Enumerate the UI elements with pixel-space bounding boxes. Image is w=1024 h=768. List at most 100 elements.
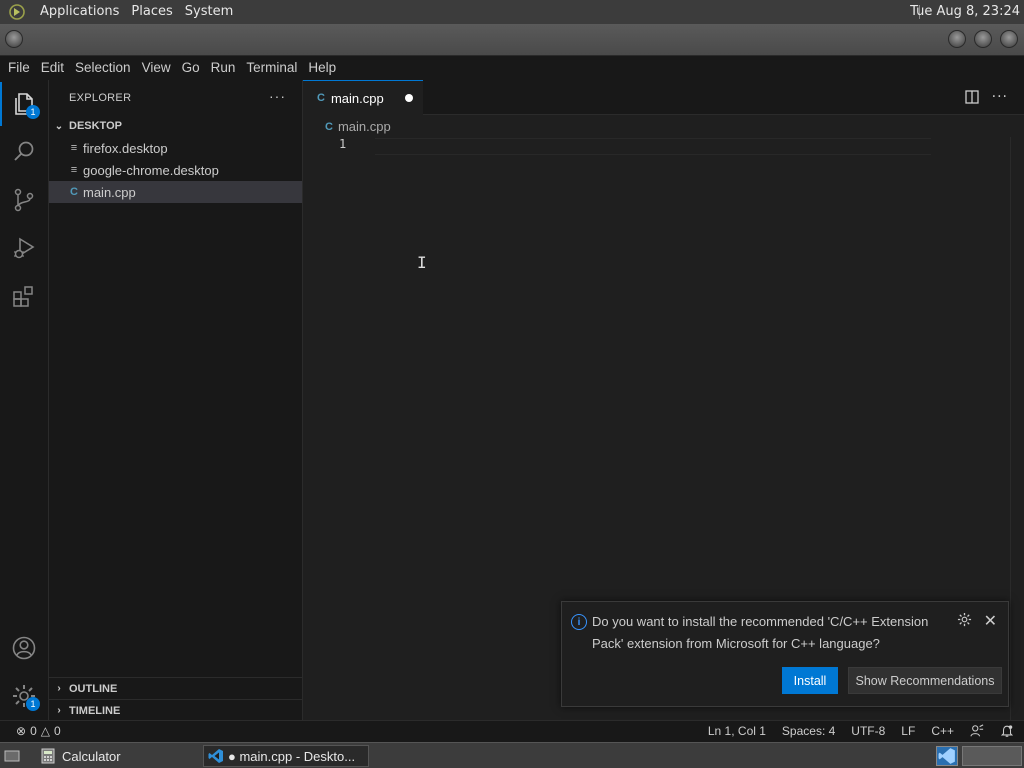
menu-terminal[interactable]: Terminal	[240, 56, 302, 80]
info-icon: i	[571, 614, 587, 630]
menu-view[interactable]: View	[136, 56, 176, 80]
show-recommendations-button[interactable]: Show Recommendations	[848, 667, 1002, 694]
close-window-button[interactable]	[1000, 30, 1018, 48]
extensions-activity[interactable]	[0, 272, 48, 320]
more-actions-icon[interactable]: ···	[269, 88, 286, 104]
taskbar-label: Calculator	[62, 748, 121, 764]
extension-recommendation-notification: i Do you want to install the recommended…	[561, 601, 1009, 707]
cpp-icon: C	[70, 186, 78, 198]
clock[interactable]: Tue Aug 8, 23:24	[904, 0, 1020, 24]
cpp-icon: C	[317, 92, 325, 104]
indentation[interactable]: Spaces: 4	[782, 724, 835, 738]
manage-badge: 1	[26, 697, 40, 711]
lines-icon: ≡	[70, 142, 78, 154]
lines-icon: ≡	[70, 164, 78, 176]
workspace-2[interactable]	[962, 746, 1022, 766]
extensions-icon	[13, 286, 33, 307]
explorer-sidebar: EXPLORER ··· ⌄ DESKTOP ≡ firefox.desktop…	[49, 80, 303, 720]
explorer-activity[interactable]: 1	[0, 80, 48, 128]
places-menu[interactable]: Places	[125, 0, 178, 24]
error-icon: ⊗	[16, 724, 27, 738]
chevron-right-icon: ›	[57, 683, 61, 694]
feedback-icon[interactable]	[970, 724, 984, 738]
search-icon	[14, 141, 34, 161]
file-name: firefox.desktop	[83, 140, 168, 156]
taskbar-label: ● main.cpp - Deskto...	[228, 748, 356, 764]
vertical-scrollbar[interactable]	[1010, 137, 1024, 720]
workspace-switcher[interactable]	[936, 746, 958, 766]
run-debug-activity[interactable]	[0, 224, 48, 272]
taskbar-item-vscode[interactable]: ● main.cpp - Deskto...	[203, 745, 369, 767]
file-item-google-chrome[interactable]: ≡ google-chrome.desktop	[49, 159, 302, 181]
system-menu[interactable]: System	[179, 0, 239, 24]
timeline-label: TIMELINE	[69, 704, 121, 717]
current-line-highlight[interactable]	[375, 138, 931, 155]
end-of-line[interactable]: LF	[901, 724, 915, 738]
minimize-button[interactable]	[948, 30, 966, 48]
explorer-title: EXPLORER	[69, 91, 132, 104]
status-right-items: Ln 1, Col 1 Spaces: 4 UTF-8 LF C++	[708, 724, 1014, 738]
menu-edit[interactable]: Edit	[35, 56, 69, 80]
cursor-position[interactable]: Ln 1, Col 1	[708, 724, 766, 738]
text-cursor-icon: I	[417, 253, 427, 272]
breadcrumb-file[interactable]: main.cpp	[338, 119, 391, 134]
editor-actions: ···	[964, 89, 1008, 105]
gear-icon[interactable]	[957, 612, 972, 627]
timeline-section[interactable]: › TIMELINE	[49, 699, 302, 721]
cpp-icon: C	[325, 120, 333, 133]
taskbar: Calculator ● main.cpp - Deskto...	[0, 742, 1024, 768]
encoding[interactable]: UTF-8	[851, 724, 885, 738]
status-bar: ⊗ 0 △ 0 Ln 1, Col 1 Spaces: 4 UTF-8 LF C…	[0, 720, 1024, 742]
editor-tab-bar: C main.cpp ···	[303, 80, 1024, 115]
vscode-icon	[208, 749, 223, 763]
chevron-down-icon: ⌄	[54, 120, 64, 132]
menu-selection[interactable]: Selection	[69, 56, 136, 80]
explorer-header: EXPLORER ···	[49, 80, 302, 115]
outline-label: OUTLINE	[69, 682, 118, 695]
split-editor-icon[interactable]	[964, 89, 980, 105]
calculator-icon	[41, 748, 55, 764]
gnome-foot-icon[interactable]	[8, 3, 26, 21]
top-panel: Applications Places System Tue Aug 8, 23…	[0, 0, 1024, 24]
error-count: 0	[30, 724, 37, 738]
taskbar-item-calculator[interactable]: Calculator	[38, 745, 188, 767]
search-activity[interactable]	[0, 128, 48, 176]
more-actions-icon[interactable]: ···	[992, 89, 1008, 105]
maximize-button[interactable]	[974, 30, 992, 48]
window-titlebar[interactable]	[0, 24, 1024, 56]
menu-go[interactable]: Go	[176, 56, 205, 80]
notification-message: Do you want to install the recommended '…	[592, 614, 929, 651]
vscode-icon	[938, 748, 955, 764]
folder-section-desktop[interactable]: ⌄ DESKTOP	[49, 115, 302, 137]
manage-activity[interactable]: 1	[0, 672, 48, 720]
show-desktop-icon[interactable]	[4, 748, 20, 764]
line-number: 1	[339, 137, 347, 151]
tab-label: main.cpp	[330, 90, 384, 106]
language-mode[interactable]: C++	[931, 724, 954, 738]
breadcrumb[interactable]: C main.cpp	[325, 119, 391, 134]
menu-run[interactable]: Run	[205, 56, 241, 80]
source-control-icon	[14, 188, 34, 212]
applications-menu[interactable]: Applications	[34, 0, 125, 24]
window-menu-button[interactable]	[5, 30, 23, 48]
accounts-activity[interactable]	[0, 624, 48, 672]
file-name: google-chrome.desktop	[83, 162, 219, 178]
account-icon	[12, 636, 36, 660]
close-icon[interactable]: ✕	[984, 611, 997, 631]
warning-icon: △	[40, 724, 50, 738]
warning-count: 0	[53, 724, 61, 738]
file-item-firefox[interactable]: ≡ firefox.desktop	[49, 137, 302, 159]
install-button[interactable]: Install	[782, 667, 838, 694]
menu-help[interactable]: Help	[302, 56, 341, 80]
chevron-right-icon: ›	[57, 705, 61, 716]
tab-main-cpp[interactable]: C main.cpp	[303, 80, 423, 115]
problems-indicator[interactable]: ⊗ 0 △ 0	[16, 724, 61, 738]
source-control-activity[interactable]	[0, 176, 48, 224]
unsaved-dot-icon[interactable]	[405, 94, 413, 102]
notifications-bell-icon[interactable]	[1000, 724, 1014, 738]
explorer-badge: 1	[26, 105, 40, 119]
outline-section[interactable]: › OUTLINE	[49, 677, 302, 699]
file-item-main-cpp[interactable]: C main.cpp	[49, 181, 302, 203]
menu-file[interactable]: File	[2, 56, 35, 80]
run-debug-icon	[14, 237, 35, 259]
